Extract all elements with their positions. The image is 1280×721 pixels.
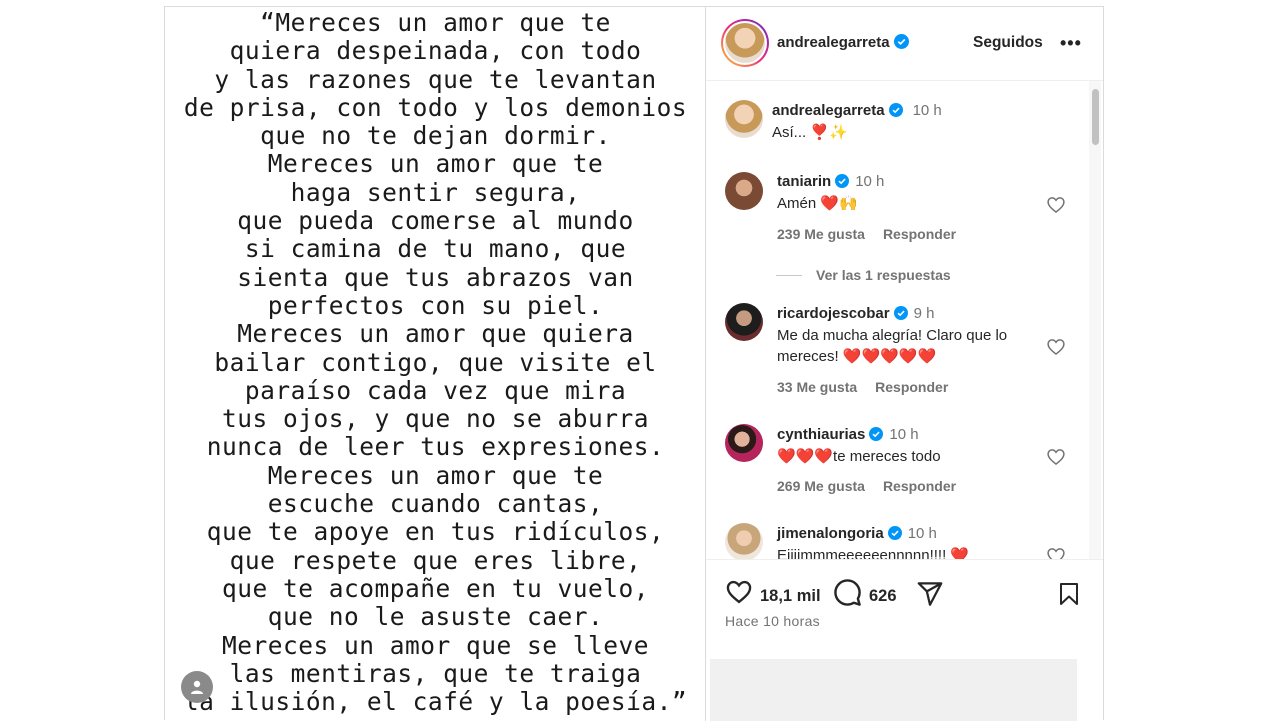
comment-username[interactable]: cynthiaurias <box>777 426 865 443</box>
comment-icon[interactable] <box>833 578 862 607</box>
comment-author: jimenalongoria 10 h <box>777 525 937 542</box>
caption-avatar[interactable] <box>725 100 763 138</box>
comments-scrollbar-thumb[interactable] <box>1092 89 1099 145</box>
view-replies-button[interactable]: Ver las 1 respuestas <box>776 267 951 283</box>
post-modal: “Mereces un amor que te quiera despeinada… <box>164 6 1104 721</box>
comments-list[interactable]: andrealegarreta 10 h Así... ❣️✨ taniarin 1… <box>706 81 1103 559</box>
poem-line: paraíso cada vez que mira <box>244 375 627 405</box>
like-comment-heart-icon[interactable] <box>1046 546 1066 559</box>
poem-line: si camina de tu mano, que <box>244 234 627 264</box>
caption-username[interactable]: andrealegarreta <box>772 102 885 119</box>
save-bookmark-icon[interactable] <box>1057 580 1081 608</box>
comment-likes[interactable]: 269 Me gusta <box>777 478 865 494</box>
post-sidebar: andrealegarreta Seguidos ••• andrealegar… <box>706 7 1103 721</box>
likes-count[interactable]: 18,1 mil <box>760 587 821 606</box>
tagged-users-button[interactable] <box>181 671 213 703</box>
post-header: andrealegarreta Seguidos ••• <box>706 7 1103 81</box>
poem-line: que no te dejan dormir. <box>260 121 611 151</box>
share-icon[interactable] <box>916 580 944 607</box>
comment-time: 10 h <box>907 525 937 542</box>
comment-text: Eiiiimmmeeeeeennnnn!!!! ❤️ <box>777 547 970 559</box>
comment-text-line-2: mereces! ❤️❤️❤️❤️❤️ <box>777 348 937 365</box>
poem-line: haga sentir segura, <box>290 177 581 207</box>
comment-meta: 239 Me gusta Responder <box>777 226 956 242</box>
caption-text: Así... ❣️✨ <box>772 124 848 141</box>
poem-line: que pueda comerse al mundo <box>237 206 634 236</box>
comment-text: ❤️❤️❤️te mereces todo <box>777 448 941 465</box>
verified-badge-icon <box>893 306 908 320</box>
poem-line: bailar contigo, que visite el <box>214 347 657 377</box>
following-button[interactable]: Seguidos <box>973 34 1043 52</box>
poem-line: Mereces un amor que quiera <box>237 319 634 349</box>
poem-line: que te apoye en tus ridículos, <box>206 517 665 547</box>
poem-line: perfectos con su piel. <box>267 290 604 320</box>
poem-line: nunca de leer tus expresiones. <box>206 432 665 462</box>
comment-text-line-1: Me da mucha alegría! Claro que lo <box>777 327 1008 344</box>
poem-line: la ilusión, el café y la poesía.” <box>183 687 688 717</box>
like-comment-heart-icon[interactable] <box>1046 447 1066 467</box>
poem-line: quiera despeinada, con todo <box>229 36 642 66</box>
author-avatar[interactable] <box>721 19 769 67</box>
comment-author: ricardojescobar 9 h <box>777 305 934 322</box>
commenter-avatar[interactable] <box>725 172 763 210</box>
poem-line: sienta que tus abrazos van <box>237 262 634 292</box>
comment-meta: 33 Me gusta Responder <box>777 379 948 395</box>
comment-time: 9 h <box>913 305 935 322</box>
comment-time: 10 h <box>889 426 919 443</box>
user-icon <box>191 680 203 694</box>
like-comment-heart-icon[interactable] <box>1046 337 1066 357</box>
comment-username[interactable]: jimenalongoria <box>777 525 884 542</box>
like-heart-icon[interactable] <box>724 578 754 606</box>
poem-line: que te acompañe en tu vuelo, <box>221 573 649 603</box>
comment-likes[interactable]: 239 Me gusta <box>777 226 865 242</box>
post-image[interactable]: “Mereces un amor que te quiera despeinada… <box>165 7 706 721</box>
poem-line: de prisa, con todo y los demonios <box>183 92 688 122</box>
more-options-icon[interactable]: ••• <box>1060 33 1082 54</box>
poem-line: Mereces un amor que te <box>267 460 604 490</box>
comment-author: cynthiaurias 10 h <box>777 426 919 443</box>
comment-username[interactable]: ricardojescobar <box>777 305 890 322</box>
poem-line: que respete que eres libre, <box>229 545 642 575</box>
comment-meta: 269 Me gusta Responder <box>777 478 956 494</box>
poem-line: y las razones que te levantan <box>214 64 657 94</box>
commenter-avatar[interactable] <box>725 523 763 559</box>
poem-line: “Mereces un amor que te <box>260 8 611 37</box>
poem-line: tus ojos, y que no se aburra <box>221 404 649 434</box>
comments-count[interactable]: 626 <box>869 587 897 606</box>
reply-button[interactable]: Responder <box>875 379 948 395</box>
commenter-avatar[interactable] <box>725 303 763 341</box>
reply-button[interactable]: Responder <box>883 226 956 242</box>
poem-line: escuche cuando cantas, <box>267 489 604 519</box>
poem-line: Mereces un amor que te <box>267 149 604 179</box>
poem-line: las mentiras, que te traiga <box>229 658 642 688</box>
like-comment-heart-icon[interactable] <box>1046 195 1066 215</box>
poem-line: que no le asuste caer. <box>267 602 604 632</box>
verified-badge-icon <box>869 427 884 441</box>
post-timestamp[interactable]: Hace 10 horas <box>725 613 820 629</box>
post-actions: 18,1 mil 626 <box>706 559 1103 660</box>
add-comment-area[interactable] <box>710 659 1077 721</box>
verified-badge-icon <box>893 34 909 49</box>
commenter-avatar[interactable] <box>725 424 763 462</box>
comment-username[interactable]: taniarin <box>777 173 831 190</box>
comment-text: Amén ❤️🙌 <box>777 195 858 212</box>
caption-author: andrealegarreta 10 h <box>772 102 942 119</box>
verified-badge-icon <box>835 174 850 188</box>
poem-line: Mereces un amor que se lleve <box>221 630 649 660</box>
reply-button[interactable]: Responder <box>883 478 956 494</box>
comment-time: 10 h <box>855 173 885 190</box>
verified-badge-icon <box>887 526 902 540</box>
caption-time: 10 h <box>912 102 942 119</box>
verified-badge-icon <box>888 103 903 117</box>
comment-author: taniarin 10 h <box>777 173 884 190</box>
comment-likes[interactable]: 33 Me gusta <box>777 379 857 395</box>
comments-scrollbar[interactable] <box>1089 81 1101 559</box>
poem-text: “Mereces un amor que te quiera despeinada… <box>165 8 705 717</box>
author-username[interactable]: andrealegarreta <box>777 34 890 51</box>
